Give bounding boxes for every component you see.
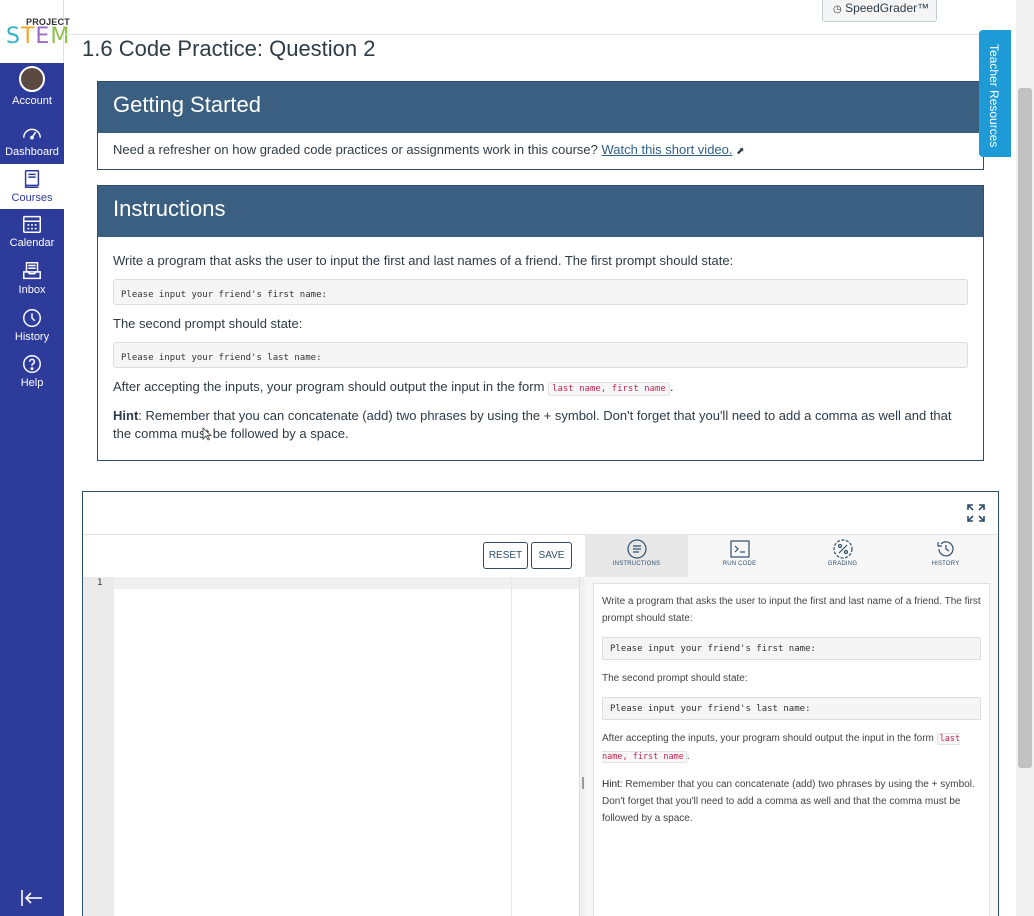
side-hint-paragraph: Hint: Remember that you can concatenate … xyxy=(602,776,981,827)
tab-history[interactable]: HISTORY xyxy=(894,535,997,577)
inbox-icon xyxy=(23,262,41,280)
active-line xyxy=(114,577,579,589)
getting-started-title: Getting Started xyxy=(98,82,983,133)
tab-instructions[interactable]: INSTRUCTIONS xyxy=(585,535,688,577)
tab-label: HISTORY xyxy=(931,561,960,567)
getting-started-body: Need a refresher on how graded code prac… xyxy=(98,133,983,170)
speedgrader-button[interactable]: ◷ SpeedGrader™ xyxy=(822,0,937,22)
teacher-resources-tab[interactable]: Teacher Resources xyxy=(979,30,1011,157)
avatar xyxy=(19,66,45,92)
instructions-paragraph: After accepting the inputs, your program… xyxy=(113,378,968,398)
logo-stem-text: STEM xyxy=(6,24,71,49)
page-title: 1.6 Code Practice: Question 2 xyxy=(82,36,376,61)
nav-item-label: Account xyxy=(12,95,52,107)
nav-item-label: Calendar xyxy=(9,237,55,249)
speedgrader-label: SpeedGrader™ xyxy=(845,1,930,15)
side-instructions-content: Write a program that asks the user to in… xyxy=(593,583,990,916)
nav-item-courses[interactable]: Courses xyxy=(0,164,64,209)
header-divider xyxy=(64,34,1009,35)
side-output-form-period: . xyxy=(686,751,690,762)
code-editor[interactable]: 1 xyxy=(83,577,579,916)
getting-started-panel: Getting Started Need a refresher on how … xyxy=(97,81,984,170)
nav-item-dashboard[interactable]: Dashboard xyxy=(0,122,64,168)
calendar-icon xyxy=(23,215,41,233)
splitter-grip-icon xyxy=(582,777,584,789)
nav-item-account[interactable]: Account xyxy=(0,66,64,112)
nav-item-label: Courses xyxy=(11,192,53,204)
output-format-code: last name, first name xyxy=(548,382,670,396)
line-number: 1 xyxy=(97,578,103,588)
speedgrader-icon: ◷ xyxy=(833,4,842,15)
tab-label: INSTRUCTIONS xyxy=(612,561,661,567)
print-margin xyxy=(511,577,512,916)
instructions-title: Instructions xyxy=(98,186,983,237)
hint-label: Hint xyxy=(113,408,139,423)
nav-item-label: Dashboard xyxy=(5,146,59,158)
hint-text: : Remember that you can concatenate (add… xyxy=(113,408,952,441)
history-icon xyxy=(936,541,954,557)
side-first-prompt-code: Please input your friend's first name: xyxy=(602,637,981,660)
code-ide: RESET SAVE 1 INSTRUCTIONS RUN CODE GRADI… xyxy=(82,491,999,916)
instructions-panel: Instructions Write a program that asks t… xyxy=(97,185,984,461)
global-nav: PROJECT STEM Account Dashboard Courses C… xyxy=(0,0,70,916)
side-last-prompt-code: Please input your friend's last name: xyxy=(602,697,981,720)
nav-item-calendar[interactable]: Calendar xyxy=(0,213,64,259)
tab-label: GRADING xyxy=(827,561,858,567)
instructions-paragraph: The second prompt should state: xyxy=(113,316,303,331)
reset-button[interactable]: RESET xyxy=(483,542,528,569)
save-button[interactable]: SAVE xyxy=(531,542,572,569)
nav-item-label: History xyxy=(14,331,50,343)
grading-icon xyxy=(832,539,853,559)
fullscreen-icon[interactable] xyxy=(966,503,986,523)
dashboard-icon xyxy=(23,128,41,140)
output-form-period: . xyxy=(669,379,674,394)
editor-gutter: 1 xyxy=(83,577,114,916)
external-link-icon: ⬈ xyxy=(736,146,745,157)
collapse-nav-icon[interactable] xyxy=(20,888,44,908)
last-prompt-code: Please input your friend's last name: xyxy=(113,342,968,368)
tab-run-code[interactable]: RUN CODE xyxy=(688,535,791,577)
scrollbar-thumb[interactable] xyxy=(1018,88,1032,768)
clock-icon xyxy=(23,309,41,327)
nav-item-inbox[interactable]: Inbox xyxy=(0,260,64,306)
side-paragraph: Write a program that asks the user to in… xyxy=(602,596,981,624)
output-form-text: After accepting the inputs, your program… xyxy=(113,379,545,394)
nav-item-help[interactable]: Help xyxy=(0,353,64,399)
first-prompt-code: Please input your friend's first name: xyxy=(113,279,968,305)
instructions-icon xyxy=(626,539,647,559)
courses-icon xyxy=(24,170,40,188)
getting-started-text: Need a refresher on how graded code prac… xyxy=(113,142,598,157)
side-hint-text: : Remember that you can concatenate (add… xyxy=(602,779,975,824)
tab-label: RUN CODE xyxy=(722,561,757,567)
side-paragraph: The second prompt should state: xyxy=(602,673,748,684)
side-output-form-text: After accepting the inputs, your program… xyxy=(602,733,934,744)
nav-item-label: Help xyxy=(20,377,44,389)
mouse-cursor-icon xyxy=(202,427,212,441)
instructions-body: Write a program that asks the user to in… xyxy=(98,237,983,452)
side-hint-label: Hint xyxy=(602,779,620,790)
hint-paragraph: Hint: Remember that you can concatenate … xyxy=(113,407,968,443)
nav-item-label: Inbox xyxy=(18,284,46,296)
watch-video-link[interactable]: Watch this short video. xyxy=(601,142,732,157)
side-paragraph: After accepting the inputs, your program… xyxy=(602,730,981,766)
instructions-paragraph: Write a program that asks the user to in… xyxy=(113,253,734,268)
nav-item-history[interactable]: History xyxy=(0,307,64,353)
tab-grading[interactable]: GRADING xyxy=(791,535,894,577)
ide-side-panel: INSTRUCTIONS RUN CODE GRADING HISTORY Wr… xyxy=(585,535,998,916)
project-stem-logo[interactable]: PROJECT STEM xyxy=(0,0,70,63)
teacher-resources-label: Teacher Resources xyxy=(987,44,1001,148)
ide-toolbar xyxy=(83,492,998,535)
help-icon xyxy=(23,355,41,373)
terminal-icon xyxy=(729,540,750,558)
